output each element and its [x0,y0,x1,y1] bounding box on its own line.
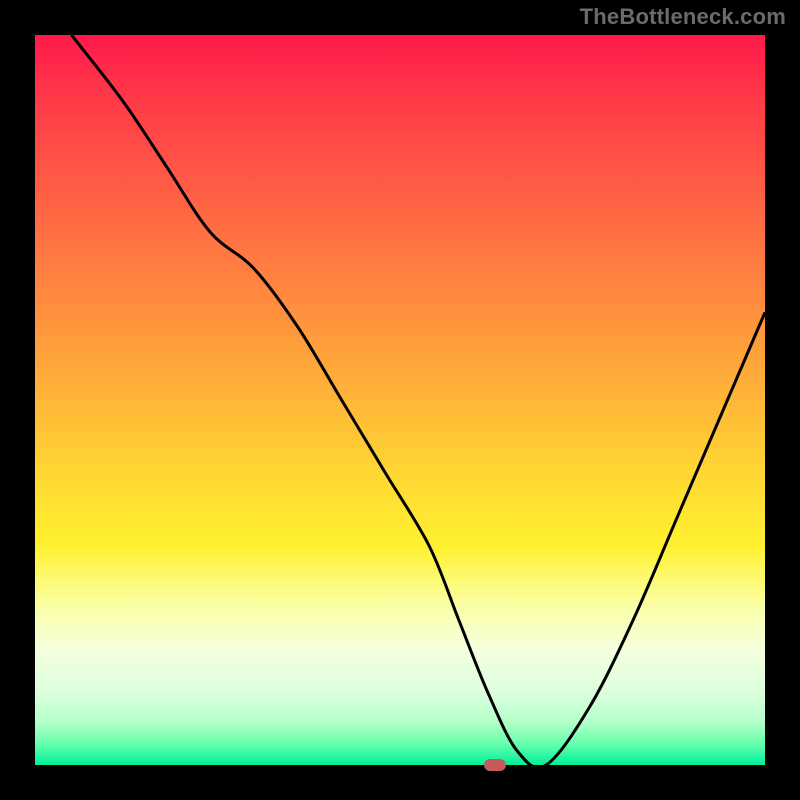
plot-area [35,35,765,765]
bottleneck-curve [35,35,765,765]
curve-path [72,35,766,765]
watermark-text: TheBottleneck.com [580,4,786,30]
chart-frame: TheBottleneck.com [0,0,800,800]
optimal-point-marker [484,759,506,771]
